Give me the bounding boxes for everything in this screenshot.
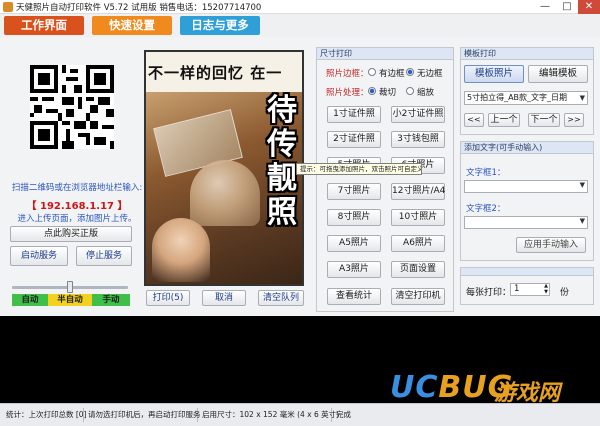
status-bar: 统计：上次打印总数 [0] 请勿选打印机后，再启动打印服务 启用尺寸：102 x… — [0, 403, 600, 426]
pending-char: 待 — [267, 93, 297, 128]
process-scale-label[interactable]: 缩放 — [417, 86, 434, 98]
view-stats-button[interactable]: 查看统计 — [327, 288, 381, 305]
logo-uc: UC — [390, 370, 439, 405]
size-a6-button[interactable]: A6照片 — [391, 235, 445, 252]
copies-unit: 份 — [560, 288, 570, 298]
clear-printer-button[interactable]: 清空打印机 — [391, 288, 445, 305]
size-3inch-wallet-button[interactable]: 3寸钱包照 — [391, 131, 445, 148]
process-label: 照片处理： — [326, 88, 369, 98]
first-template-button[interactable]: << — [464, 113, 484, 127]
status-done: 完成 — [336, 410, 351, 419]
buy-button[interactable]: 点此购买正版 — [10, 226, 132, 242]
spinner-arrows-icon[interactable]: ▲ ▼ — [544, 283, 548, 295]
process-crop-radio[interactable] — [368, 87, 376, 95]
border-label: 照片边框： — [326, 69, 369, 79]
dropdown-arrow-icon: ▼ — [579, 181, 585, 189]
copies-label: 每张打印： — [466, 288, 512, 298]
cancel-button[interactable]: 取消 — [202, 290, 246, 306]
server-ip: 【 192.168.1.17 】 — [26, 201, 128, 212]
size-a3-button[interactable]: A3照片 — [327, 261, 381, 278]
dropdown-arrow-icon: ▼ — [579, 217, 585, 225]
stop-service-button[interactable]: 停止服务 — [76, 246, 132, 266]
photo-elder — [190, 160, 260, 226]
copies-value: 1 — [514, 284, 520, 294]
upload-instruction: 进入上传页面，添加图片上传。 — [17, 214, 137, 224]
size-1inch-id-button[interactable]: 1寸证件照 — [327, 106, 381, 123]
size-10inch-button[interactable]: 10寸照片 — [391, 209, 445, 226]
tab-bar: 工作界面 快速设置 日志与更多 — [0, 14, 600, 37]
pending-photo-label: 待 传 靓 照 — [262, 94, 302, 230]
template-select[interactable]: 5寸拍立得_AB款_文字_日期 ▼ — [464, 91, 588, 105]
mode-auto-label: 自动 — [12, 294, 48, 306]
size-small-2inch-id-button[interactable]: 小2寸证件照 — [391, 106, 445, 123]
status-stats: 统计：上次打印总数 [0] — [4, 408, 87, 422]
window-title: 天健照片自动打印软件 V5.72 试用版 销售电话：15207714700 — [16, 3, 262, 13]
text-box1-label: 文字框1： — [466, 168, 506, 178]
template-photo-button[interactable]: 模板照片 — [464, 65, 524, 83]
text-box2-input[interactable]: ▼ — [464, 216, 588, 229]
last-template-button[interactable]: >> — [564, 113, 584, 127]
scan-instruction: 扫描二维码或在浏览器地址栏输入: — [11, 183, 143, 193]
mode-labels: 自动 半自动 手动 — [12, 294, 130, 306]
template-select-value: 5寸拍立得_AB款_文字_日期 — [467, 93, 568, 102]
text-panel-title: 添加文字(可手动输入) — [461, 142, 593, 154]
app-icon — [3, 2, 13, 12]
text-box1-input[interactable]: ▼ — [464, 180, 588, 193]
drag-tooltip: 提示：可拖曳添加照片，双击照片可自定义裁剪! — [296, 163, 422, 175]
page-setup-button[interactable]: 页面设置 — [391, 261, 445, 278]
pending-char: 传 — [267, 127, 297, 162]
border-with-radio[interactable] — [368, 68, 376, 76]
size-panel-title: 尺寸打印 — [317, 48, 453, 60]
border-none-label[interactable]: 无边框 — [417, 67, 443, 79]
tab-work[interactable]: 工作界面 — [4, 16, 84, 35]
tab-quick-settings[interactable]: 快速设置 — [92, 16, 172, 35]
copies-input[interactable]: 1 ▲ ▼ — [510, 283, 550, 296]
process-crop-label[interactable]: 裁切 — [379, 86, 396, 98]
tab-log-more[interactable]: 日志与更多 — [180, 16, 260, 35]
size-2inch-id-button[interactable]: 2寸证件照 — [327, 131, 381, 148]
size-7inch-button[interactable]: 7寸照片 — [327, 183, 381, 200]
maximize-button[interactable]: □ — [556, 0, 578, 14]
prev-template-button[interactable]: 上一个 — [488, 113, 520, 127]
clear-queue-button[interactable]: 清空队列 — [258, 290, 304, 306]
mode-slider-thumb[interactable] — [67, 281, 73, 293]
start-service-button[interactable]: 启动服务 — [10, 246, 68, 266]
template-panel-title: 模板打印 — [461, 48, 593, 60]
photo-child — [152, 218, 210, 282]
close-button[interactable]: ✕ — [578, 0, 600, 14]
border-none-radio[interactable] — [406, 68, 414, 76]
pending-char: 照 — [267, 195, 297, 230]
mode-manual-label: 手动 — [92, 294, 130, 306]
text-box2-label: 文字框2： — [466, 204, 506, 214]
size-12inch-a4-button[interactable]: 12寸照片/A4 — [391, 183, 445, 200]
photo-heading: 不一样的回忆 在一 — [148, 64, 283, 82]
status-size: 启用尺寸：102 x 152 毫米 (4 x 6 英寸) — [200, 408, 339, 422]
print-button[interactable]: 打印(5) — [146, 290, 190, 306]
edit-template-button[interactable]: 编辑模板 — [528, 65, 588, 83]
border-with-label[interactable]: 有边框 — [379, 67, 405, 79]
status-message: 请勿选打印机后，再启动打印服务 — [86, 408, 201, 422]
size-8inch-button[interactable]: 8寸照片 — [327, 209, 381, 226]
mode-semi-auto-label: 半自动 — [48, 294, 92, 306]
title-bar: 天健照片自动打印软件 V5.72 试用版 销售电话：15207714700 — … — [0, 0, 600, 14]
qr-code-icon — [30, 65, 114, 149]
apply-text-button[interactable]: 应用手动输入 — [516, 237, 586, 253]
minimize-button[interactable]: — — [534, 0, 556, 14]
size-a5-button[interactable]: A5照片 — [327, 235, 381, 252]
process-scale-radio[interactable] — [406, 87, 414, 95]
dropdown-arrow-icon: ▼ — [579, 94, 585, 102]
next-template-button[interactable]: 下一个 — [528, 113, 560, 127]
